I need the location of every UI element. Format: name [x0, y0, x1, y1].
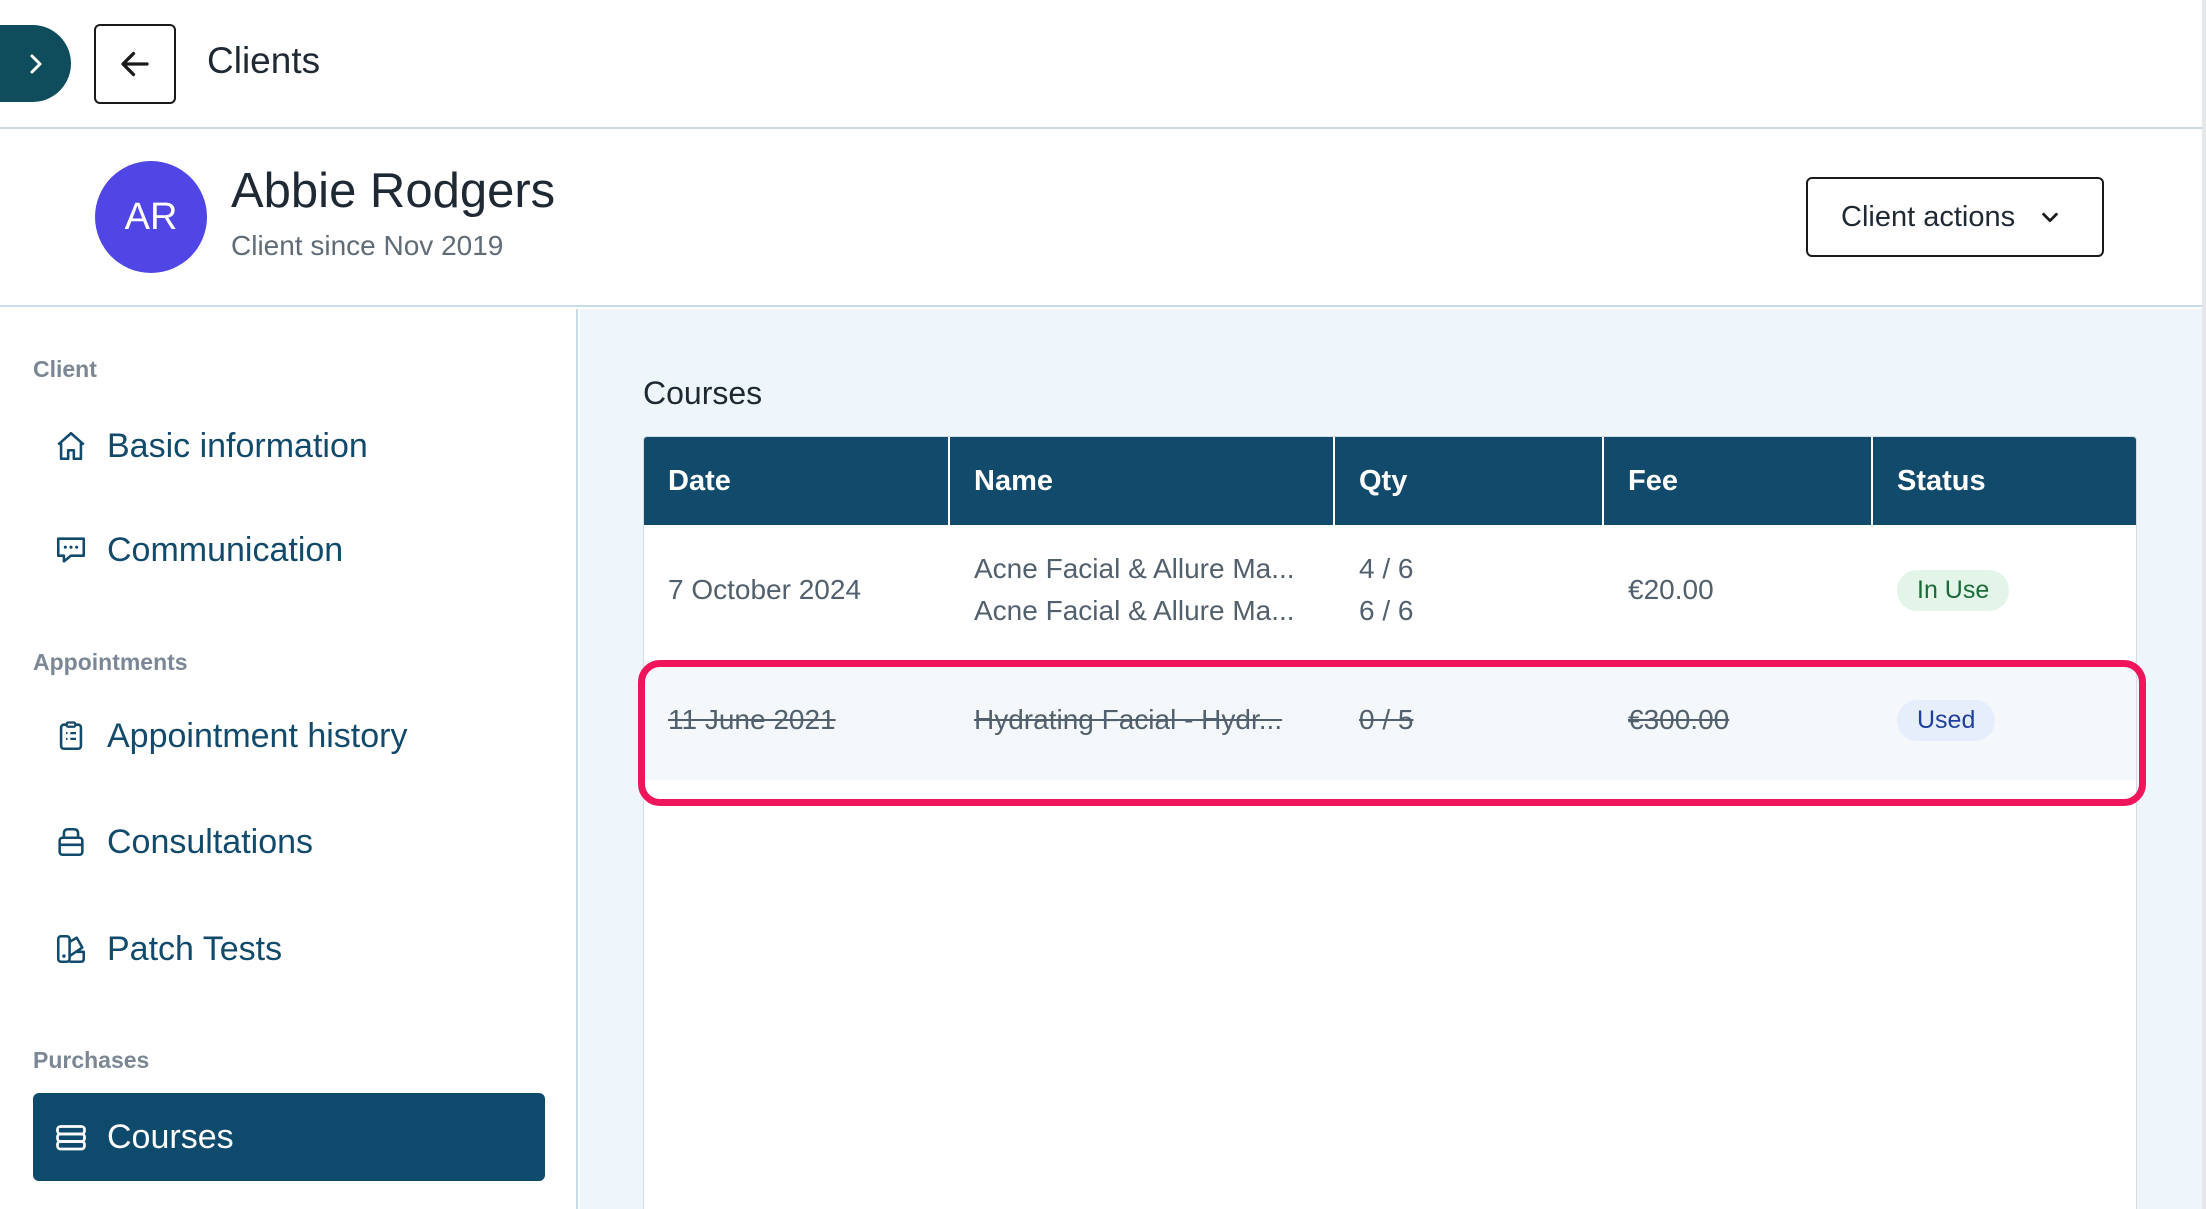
cell-name: Hydrating Facial - Hydr...: [950, 660, 1335, 780]
column-header-qty[interactable]: Qty: [1335, 437, 1604, 525]
chat-icon: [53, 532, 89, 568]
home-icon: [53, 428, 89, 464]
table-row[interactable]: 11 June 2021 Hydrating Facial - Hydr... …: [644, 660, 2136, 780]
back-button[interactable]: [94, 24, 176, 104]
status-badge: Used: [1897, 699, 1996, 741]
date-text: 11 June 2021: [668, 704, 836, 735]
cell-status: Used: [1873, 660, 2136, 780]
section-label-purchases: Purchases: [33, 1047, 150, 1073]
sidebar-item-label: Appointment history: [107, 716, 408, 755]
expand-sidebar-button[interactable]: [0, 25, 71, 102]
fee-text: €20.00: [1628, 574, 1714, 605]
sidebar-item-label: Communication: [107, 530, 344, 569]
status-badge: In Use: [1897, 569, 2010, 611]
scrollbar[interactable]: [2202, 0, 2206, 1209]
clipboard-icon: [53, 718, 89, 754]
cell-status: In Use: [1873, 525, 2136, 655]
sidebar-item-communication[interactable]: Communication: [33, 506, 545, 594]
sidebar-item-basic-information[interactable]: Basic information: [33, 402, 545, 490]
cell-date: 11 June 2021: [644, 660, 950, 780]
client-actions-button[interactable]: Client actions: [1806, 177, 2104, 257]
sidebar-item-consultations[interactable]: Consultations: [33, 798, 545, 886]
courses-table: Date Name Qty Fee Status 7 October 2024 …: [643, 436, 2137, 1209]
sidebar-item-label: Courses: [107, 1117, 234, 1156]
section-label-appointments: Appointments: [33, 649, 188, 675]
column-header-status[interactable]: Status: [1873, 437, 2136, 525]
course-name: Hydrating Facial - Hydr...: [974, 704, 1283, 735]
sidebar-item-courses[interactable]: Courses: [33, 1093, 545, 1181]
qty-text: 4 / 6: [1359, 553, 1414, 584]
client-actions-label: Client actions: [1841, 200, 2016, 233]
sidebar: Client Basic information Communication A…: [0, 309, 578, 1209]
fee-text: €300.00: [1628, 704, 1730, 735]
client-name: Abbie Rodgers: [231, 164, 556, 218]
sidebar-item-label: Basic information: [107, 426, 368, 465]
chevron-right-icon: [30, 54, 41, 73]
table-row[interactable]: 7 October 2024 Acne Facial & Allure Ma..…: [644, 525, 2136, 655]
cell-date: 7 October 2024: [644, 525, 950, 655]
course-name: Acne Facial & Allure Ma...: [974, 595, 1295, 626]
sidebar-item-patch-tests[interactable]: Patch Tests: [33, 905, 545, 993]
client-header: AR Abbie Rodgers Client since Nov 2019 C…: [0, 131, 2206, 307]
sidebar-item-label: Consultations: [107, 822, 314, 861]
cell-qty: 0 / 5: [1335, 660, 1604, 780]
column-header-name[interactable]: Name: [950, 437, 1335, 525]
swatch-icon: [53, 931, 89, 967]
avatar: AR: [95, 161, 207, 273]
bag-icon: [53, 824, 89, 860]
courses-icon: [53, 1119, 89, 1155]
column-header-fee[interactable]: Fee: [1604, 437, 1873, 525]
main-content: Courses Date Name Qty Fee Status 7 Octob…: [580, 309, 2206, 1209]
qty-text: 6 / 6: [1359, 595, 1414, 626]
section-label-client: Client: [33, 356, 97, 382]
top-bar: Clients: [0, 0, 2206, 129]
table-header: Date Name Qty Fee Status: [644, 437, 2136, 525]
cell-fee: €20.00: [1604, 525, 1873, 655]
cell-name: Acne Facial & Allure Ma... Acne Facial &…: [950, 525, 1335, 655]
qty-text: 0 / 5: [1359, 704, 1414, 735]
date-text: 7 October 2024: [668, 574, 862, 605]
cell-fee: €300.00: [1604, 660, 1873, 780]
sidebar-item-appointment-history[interactable]: Appointment history: [33, 692, 545, 780]
column-header-date[interactable]: Date: [644, 437, 950, 525]
cell-qty: 4 / 6 6 / 6: [1335, 525, 1604, 655]
page-title: Clients: [207, 40, 321, 81]
arrow-left-icon: [121, 51, 149, 77]
course-name: Acne Facial & Allure Ma...: [974, 553, 1295, 584]
chevron-down-icon: [2042, 212, 2058, 223]
sidebar-item-label: Patch Tests: [107, 929, 283, 968]
courses-title: Courses: [643, 375, 763, 411]
client-since: Client since Nov 2019: [231, 230, 504, 261]
